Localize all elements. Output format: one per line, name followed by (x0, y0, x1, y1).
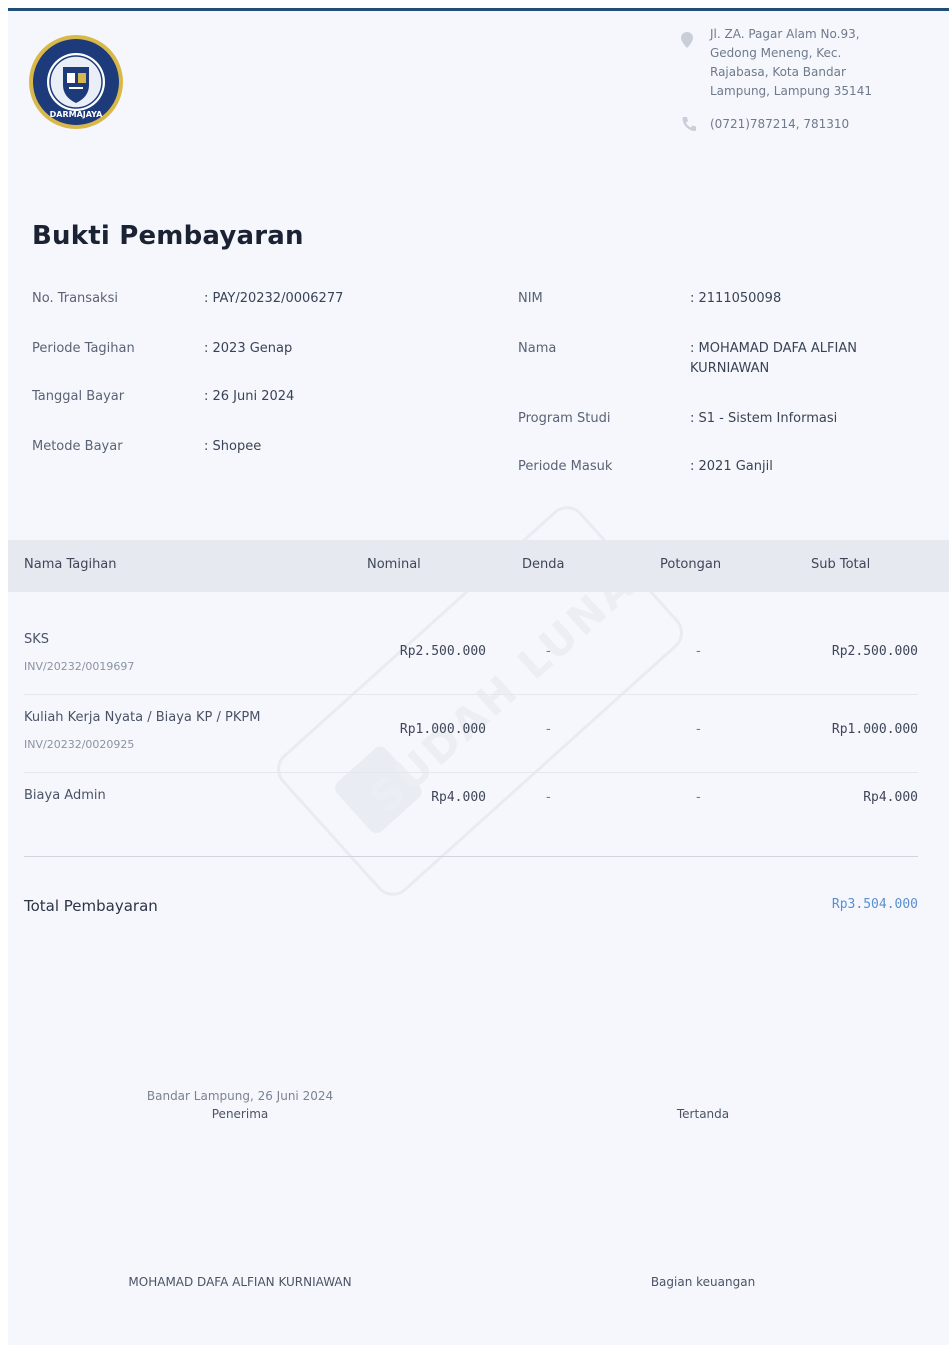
billing-period-value: : 2023 Genap (204, 341, 293, 356)
map-pin-icon (680, 25, 710, 55)
item-nominal: Rp4.000 (431, 790, 486, 805)
payment-method-label: Metode Bayar (32, 439, 123, 454)
address-row: Jl. ZA. Pagar Alam No.93, Gedong Meneng,… (680, 25, 940, 101)
payment-method-value: : Shopee (204, 439, 262, 454)
table-header: Nama Tagihan Nominal Denda Potongan Sub … (8, 540, 949, 592)
transaction-number-label: No. Transaksi (32, 291, 118, 306)
item-name: Kuliah Kerja Nyata / Biaya KP / PKPM (24, 710, 261, 725)
entry-period-value: : 2021 Ganjil (690, 459, 773, 474)
payment-receipt: DARMAJAYA Jl. ZA. Pagar Alam No.93, Gedo… (8, 8, 949, 1345)
page-title: Bukti Pembayaran (32, 221, 304, 251)
signature-place-date: Bandar Lampung, 26 Juni 2024 (146, 1089, 334, 1103)
total-label: Total Pembayaran (24, 897, 158, 915)
receiver-name: MOHAMAD DAFA ALFIAN KURNIAWAN (128, 1275, 352, 1289)
item-invoice: INV/20232/0019697 (24, 660, 135, 673)
item-nominal: Rp1.000.000 (399, 722, 486, 737)
item-invoice: INV/20232/0020925 (24, 738, 135, 751)
payment-date-label: Tanggal Bayar (32, 389, 125, 404)
item-name: SKS (24, 632, 50, 647)
col-name-header: Nama Tagihan (24, 557, 117, 572)
total-divider (24, 856, 918, 857)
finance-department: Bagian keuangan (650, 1275, 756, 1289)
name-label: Nama (518, 341, 557, 356)
billing-period-label: Periode Tagihan (32, 341, 135, 356)
item-fine: - (546, 790, 551, 805)
nim-value: : 2111050098 (690, 291, 782, 306)
table-row: SKS INV/20232/0019697 Rp2.500.000 - - Rp… (24, 627, 918, 687)
svg-text:DARMAJAYA: DARMAJAYA (50, 110, 104, 119)
study-program-label: Program Studi (518, 411, 611, 426)
transaction-number-value: : PAY/20232/0006277 (204, 291, 344, 306)
item-name: Biaya Admin (24, 788, 106, 803)
item-discount: - (696, 722, 701, 737)
table-row: Biaya Admin Rp4.000 - - Rp4.000 (24, 783, 918, 823)
item-fine: - (546, 722, 551, 737)
name-value: : MOHAMAD DAFA ALFIAN KURNIAWAN (690, 341, 857, 376)
entry-period-label: Periode Masuk (518, 459, 613, 474)
table-row: Kuliah Kerja Nyata / Biaya KP / PKPM INV… (24, 705, 918, 765)
item-nominal: Rp2.500.000 (399, 644, 486, 659)
institution-logo: DARMAJAYA (27, 33, 125, 131)
study-program-value: : S1 - Sistem Informasi (690, 411, 838, 426)
item-subtotal: Rp2.500.000 (831, 644, 918, 659)
item-subtotal: Rp1.000.000 (831, 722, 918, 737)
nim-label: NIM (518, 291, 543, 306)
phone-text: (0721)787214, 781310 (710, 117, 850, 131)
signatory-role: Tertanda (676, 1107, 730, 1121)
col-discount-header: Potongan (660, 557, 722, 572)
item-subtotal: Rp4.000 (863, 790, 918, 805)
contact-block: Jl. ZA. Pagar Alam No.93, Gedong Meneng,… (680, 25, 940, 139)
receiver-role: Penerima (211, 1107, 269, 1121)
col-subtotal-header: Sub Total (811, 557, 871, 572)
col-fine-header: Denda (522, 557, 565, 572)
student-info: NIM : 2111050098 Nama : MOHAMAD DAFA ALF… (518, 291, 938, 491)
item-discount: - (696, 790, 701, 805)
address-text: Jl. ZA. Pagar Alam No.93, Gedong Meneng,… (710, 27, 872, 98)
transaction-info: No. Transaksi : PAY/20232/0006277 Period… (32, 291, 472, 491)
item-fine: - (546, 644, 551, 659)
item-discount: - (696, 644, 701, 659)
phone-icon (680, 115, 710, 139)
total-value: Rp3.504.000 (831, 897, 918, 912)
row-divider (24, 694, 918, 695)
row-divider (24, 772, 918, 773)
col-nominal-header: Nominal (367, 557, 421, 572)
phone-row: (0721)787214, 781310 (680, 115, 940, 139)
payment-date-value: : 26 Juni 2024 (204, 389, 295, 404)
